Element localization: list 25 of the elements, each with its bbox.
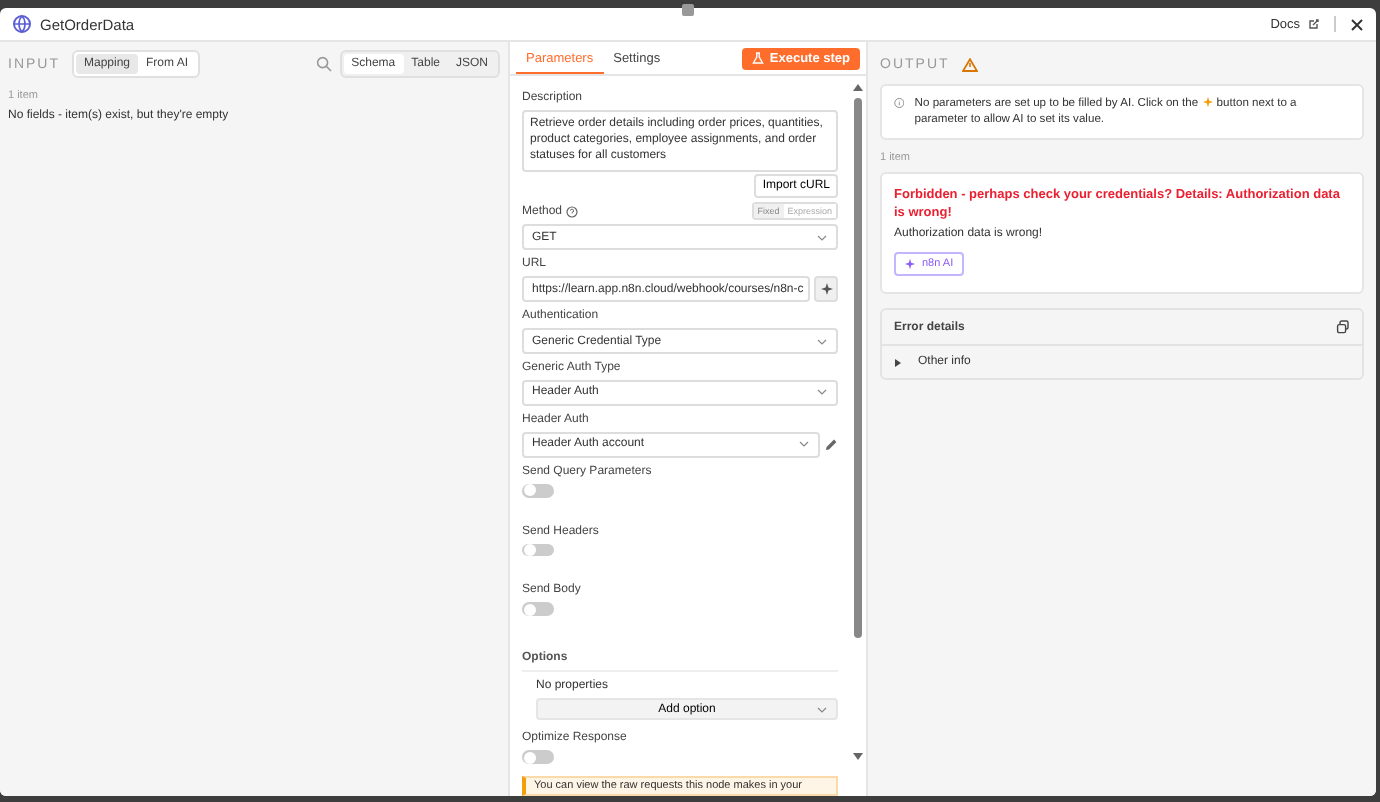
grip-icon[interactable] bbox=[680, 2, 696, 18]
pencil-icon[interactable] bbox=[824, 437, 838, 452]
help-icon[interactable] bbox=[566, 205, 579, 218]
close-icon[interactable] bbox=[1350, 17, 1364, 31]
info-icon bbox=[894, 96, 905, 110]
copy-icon[interactable] bbox=[1336, 320, 1350, 334]
chevron-down-icon bbox=[816, 388, 828, 397]
globe-icon bbox=[12, 14, 32, 34]
ai-map-button[interactable] bbox=[814, 276, 838, 303]
search-icon[interactable] bbox=[315, 56, 332, 72]
warning-icon bbox=[961, 57, 978, 71]
sparkle-icon bbox=[819, 282, 833, 297]
toggle-switch[interactable] bbox=[522, 750, 554, 765]
scrollbar[interactable] bbox=[852, 82, 864, 762]
chevron-down-icon bbox=[798, 440, 810, 449]
toggle-switch[interactable] bbox=[522, 602, 554, 617]
toggle-switch[interactable] bbox=[522, 483, 554, 497]
chevron-down-icon bbox=[816, 337, 828, 346]
sparkle-icon bbox=[1201, 96, 1214, 109]
chevron-down-icon bbox=[816, 233, 828, 242]
toggle-switch[interactable] bbox=[522, 543, 554, 557]
flask-icon bbox=[751, 52, 764, 64]
chevron-down-icon bbox=[816, 705, 828, 714]
sparkle-icon bbox=[904, 258, 916, 270]
external-link-icon bbox=[1308, 18, 1320, 30]
